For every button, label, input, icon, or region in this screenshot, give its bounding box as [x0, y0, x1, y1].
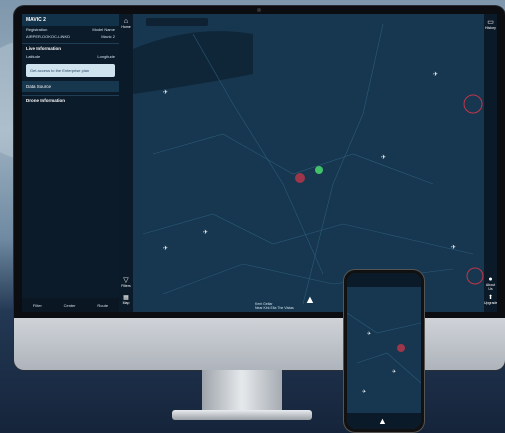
upgrade-label: Upgrade [484, 301, 497, 305]
map-svg: ✈ ✈ ✈ ✈ ✈ ✈ ✈ [133, 23, 484, 305]
camera [257, 8, 261, 12]
route-button[interactable]: Route [97, 303, 108, 308]
map-label: Map [122, 301, 130, 305]
road [142, 213, 474, 255]
map-button[interactable]: ▦ Map [119, 294, 133, 305]
map-toolbar[interactable] [146, 18, 208, 26]
registration-value: AIRPER-DOKOC-LINKD [26, 34, 71, 39]
drone-info-section[interactable]: Drone Information [22, 95, 119, 105]
aircraft-icon: ✈ [362, 389, 366, 395]
info-icon: ● [488, 276, 493, 283]
upgrade-icon: ⬆ [487, 295, 494, 301]
home-icon: ⌂ [123, 18, 129, 25]
app-logo: ▲ [378, 416, 387, 426]
app-logo: ▲ [304, 294, 316, 306]
aircraft-icon: ✈ [381, 154, 386, 161]
aircraft-icon: ✈ [163, 89, 168, 96]
aircraft-icon: ✈ [163, 245, 168, 252]
aircraft-icon: ✈ [451, 244, 456, 251]
enterprise-promo[interactable]: Get access to the Enterprise plan [26, 64, 115, 77]
model-label: Model Name [92, 27, 115, 32]
data-source-label: Data Source [26, 84, 52, 89]
live-info-section[interactable]: Live Information [22, 43, 119, 53]
aircraft-icon: ✈ [203, 229, 208, 236]
history-button[interactable]: ▭ History [484, 18, 497, 30]
map-view[interactable]: ✈ ✈ ✈ ✈ ✈ ✈ ✈ Kent Gellar Near Kirk Ella… [133, 14, 484, 312]
phone-top-bar [347, 273, 421, 287]
road [152, 133, 434, 185]
sea-area [133, 31, 253, 94]
aircraft-icon: ✈ [433, 71, 438, 78]
restricted-zone [466, 267, 484, 285]
map-icon: ▦ [123, 295, 129, 301]
home-label: Home [121, 25, 131, 29]
right-rail: ▭ History ● About Us ⬆ Upgrade [484, 14, 497, 312]
registration-values: AIRPER-DOKOC-LINKD Mavic 2 [22, 33, 119, 40]
model-value: Mavic 2 [101, 34, 115, 39]
about-label: About Us [485, 283, 496, 291]
drone-position [315, 166, 323, 174]
history-icon: ▭ [487, 19, 494, 26]
phone-map[interactable]: ✈ ✈ ✈ [347, 273, 421, 429]
filter-icon: ▽ [123, 277, 129, 284]
phone-device: ✈ ✈ ✈ ▲ [344, 270, 424, 432]
road [302, 23, 384, 305]
filters-label: Filters [121, 284, 131, 288]
registration-row: Registration Model Name [22, 26, 119, 33]
app-screen: ✈ ✈ ✈ ✈ ✈ ✈ ✈ Kent Gellar Near Kirk Ella… [22, 14, 497, 312]
location-line-2: Near Kirk Ella The Vistas [255, 306, 294, 310]
monitor-stand [202, 370, 282, 414]
center-button[interactable]: Center [64, 303, 76, 308]
longitude-label: Longitude [97, 54, 115, 59]
monitor: ✈ ✈ ✈ ✈ ✈ ✈ ✈ Kent Gellar Near Kirk Ella… [14, 6, 505, 370]
road [347, 312, 421, 334]
restricted-zone [295, 173, 305, 183]
phone-screen: ✈ ✈ ✈ ▲ [347, 273, 421, 429]
monitor-base [172, 410, 312, 420]
left-rail: ⌂ Home ▽ Filters ▦ Map [119, 14, 133, 312]
data-source-section[interactable]: Data Source [22, 81, 119, 92]
road [356, 352, 421, 384]
coordinates-row: Latitude Longitude [22, 53, 119, 60]
aircraft-icon: ✈ [392, 369, 396, 375]
filter-button[interactable]: Filter [33, 303, 42, 308]
monitor-chin [14, 318, 505, 370]
filters-button[interactable]: ▽ Filters [119, 276, 133, 288]
aircraft-title: MAVIC 2 [22, 14, 119, 26]
latitude-label: Latitude [26, 54, 41, 59]
drone-info-panel: MAVIC 2 Registration Model Name AIRPER-D… [22, 14, 119, 312]
about-button[interactable]: ● About Us [484, 276, 497, 291]
history-label: History [485, 26, 496, 30]
registration-label: Registration [26, 27, 48, 32]
upgrade-button[interactable]: ⬆ Upgrade [484, 294, 497, 305]
aircraft-icon: ✈ [367, 331, 371, 337]
panel-bottom-bar: Filter Center Route [22, 298, 119, 312]
restricted-zone [397, 344, 405, 352]
location-label: Kent Gellar Near Kirk Ella The Vistas [255, 302, 294, 310]
home-button[interactable]: ⌂ Home [119, 18, 133, 29]
restricted-zone [463, 94, 483, 114]
